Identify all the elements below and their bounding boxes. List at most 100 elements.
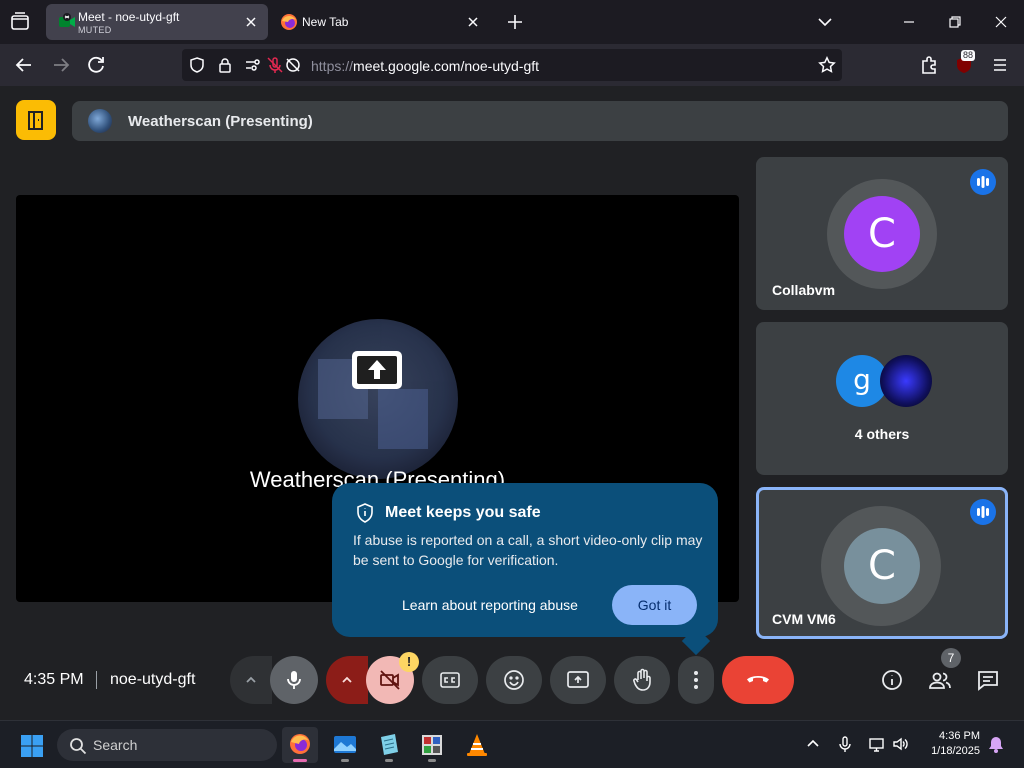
hand-icon — [633, 668, 651, 691]
tab-new-tab[interactable]: New Tab — [276, 4, 490, 40]
minimize-button[interactable] — [897, 10, 921, 34]
speaking-indicator-icon — [970, 169, 996, 195]
start-button[interactable] — [20, 734, 44, 758]
shield-icon — [356, 503, 374, 523]
taskbar-search[interactable]: Search — [57, 729, 277, 761]
participant-tile[interactable]: C CVM VM6 — [756, 487, 1008, 639]
tab-close-button[interactable] — [466, 15, 480, 29]
present-screen-icon — [350, 349, 404, 391]
audio-options-button[interactable] — [230, 656, 272, 704]
participant-tile[interactable]: C Collabvm — [756, 157, 1008, 310]
chat-button[interactable] — [976, 668, 1000, 692]
presenter-thumbnail — [298, 319, 458, 479]
reload-icon — [88, 56, 104, 73]
camera-off-icon — [380, 670, 400, 690]
system-clock[interactable]: 4:36 PM 1/18/2025 — [908, 729, 980, 759]
taskbar-app-vlc[interactable] — [459, 727, 495, 763]
learn-about-reporting-link[interactable]: Learn about reporting abuse — [402, 597, 578, 613]
meeting-clock: 4:35 PM — [24, 671, 84, 688]
closed-captions-icon — [440, 672, 460, 688]
permissions-icon[interactable] — [244, 56, 262, 74]
url-bar[interactable]: https://meet.google.com/noe-utyd-gft — [182, 49, 842, 81]
camera-blocked-icon[interactable] — [284, 56, 302, 74]
divider — [96, 671, 97, 689]
microphone-icon — [287, 671, 301, 689]
url-text[interactable]: https://meet.google.com/noe-utyd-gft — [311, 58, 539, 74]
firefox-icon — [290, 734, 310, 754]
network-icon[interactable] — [868, 735, 886, 753]
volume-icon[interactable] — [891, 735, 909, 753]
browser-tab-bar: Meet - noe-utyd-gft MUTED New Tab — [0, 0, 1024, 44]
video-options-button[interactable] — [326, 656, 368, 704]
info-icon — [882, 670, 902, 690]
popup-title: Meet keeps you safe — [385, 504, 541, 521]
windows-logo-icon — [21, 735, 43, 757]
avatar: C — [844, 196, 920, 272]
avatar: C — [844, 528, 920, 604]
more-vertical-icon — [694, 671, 698, 689]
present-now-button[interactable] — [550, 656, 606, 704]
meeting-details-button[interactable] — [880, 668, 904, 692]
chevron-up-icon — [246, 676, 256, 683]
back-button[interactable] — [12, 53, 36, 77]
captions-button[interactable] — [422, 656, 478, 704]
microphone-button[interactable] — [270, 656, 318, 704]
chevron-down-icon — [818, 18, 832, 27]
bell-icon — [989, 737, 1003, 753]
tab-list-button[interactable] — [8, 10, 32, 34]
notifications-button[interactable] — [987, 735, 1005, 753]
leave-call-button[interactable] — [722, 656, 794, 704]
search-label: Search — [93, 737, 138, 753]
presentation-title: Weatherscan (Presenting) — [128, 113, 313, 130]
people-icon — [929, 672, 951, 689]
presenter-avatar — [88, 109, 112, 133]
companion-mode-button[interactable] — [16, 100, 56, 140]
hang-up-icon — [747, 676, 769, 683]
close-icon — [468, 17, 478, 27]
taskbar-app-firefox[interactable] — [282, 727, 318, 763]
extensions-button[interactable] — [917, 53, 941, 77]
chevron-up-icon — [342, 676, 352, 683]
tab-meet[interactable]: Meet - noe-utyd-gft MUTED — [46, 4, 268, 40]
tracking-protection-icon[interactable] — [188, 56, 206, 74]
microphone-tray-icon[interactable] — [836, 735, 854, 753]
clock-date: 1/18/2025 — [931, 745, 980, 757]
speaking-indicator-icon — [970, 499, 996, 525]
got-it-button[interactable]: Got it — [612, 585, 697, 625]
new-tab-button[interactable] — [503, 10, 527, 34]
tab-title: New Tab — [302, 15, 349, 29]
meet-favicon-icon — [58, 13, 76, 31]
more-options-button[interactable] — [678, 656, 714, 704]
firefox-icon — [280, 13, 298, 31]
forward-button[interactable] — [49, 53, 73, 77]
bookmark-star-button[interactable] — [818, 56, 836, 74]
list-all-tabs-button[interactable] — [813, 10, 837, 34]
reload-button[interactable] — [84, 53, 108, 77]
meet-page: Weatherscan (Presenting) Weatherscan (Pr… — [0, 86, 1024, 748]
taskbar-app-photos[interactable] — [327, 727, 363, 763]
others-tile[interactable]: g 4 others — [756, 322, 1008, 475]
lock-icon[interactable] — [216, 56, 234, 74]
tab-muted-label: MUTED — [78, 25, 112, 35]
tab-title: Meet - noe-utyd-gft — [78, 10, 180, 24]
minimize-icon — [904, 21, 914, 23]
emoji-icon — [504, 670, 524, 690]
close-window-button[interactable] — [989, 10, 1013, 34]
chevron-up-icon — [807, 739, 819, 747]
reactions-button[interactable] — [486, 656, 542, 704]
restore-icon — [949, 16, 961, 28]
microphone-muted-icon[interactable] — [266, 56, 284, 74]
windows-taskbar: Search 4:36 PM 1/18/2025 — [0, 720, 1024, 768]
close-icon — [995, 16, 1007, 28]
taskbar-app-utility[interactable] — [414, 727, 450, 763]
presentation-banner[interactable]: Weatherscan (Presenting) — [72, 101, 1008, 141]
raise-hand-button[interactable] — [614, 656, 670, 704]
tab-close-button[interactable] — [244, 15, 258, 29]
extension-badge: 88 — [961, 50, 976, 61]
maximize-button[interactable] — [943, 10, 967, 34]
app-menu-button[interactable] — [988, 53, 1012, 77]
taskbar-app-notepad[interactable] — [371, 727, 407, 763]
others-count-label: 4 others — [854, 426, 910, 442]
show-hidden-icons-button[interactable] — [804, 735, 822, 753]
people-button[interactable] — [928, 668, 952, 692]
